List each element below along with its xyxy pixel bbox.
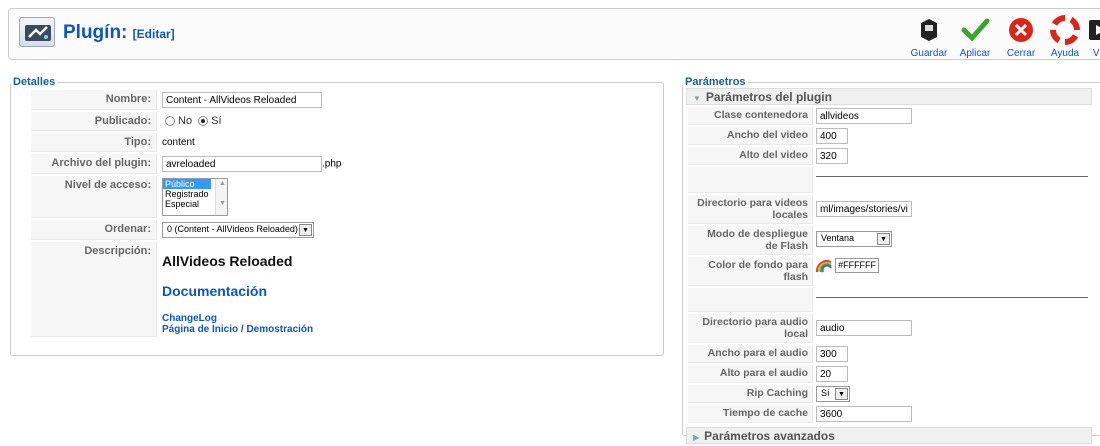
color-picker-icon[interactable] <box>816 259 832 273</box>
changelog-link[interactable]: ChangeLog <box>162 313 634 324</box>
chevron-down-icon: ▼ <box>299 224 312 236</box>
toolbar: Plugín: [Editar] Guardar Aplicar Cerrar … <box>8 8 1100 60</box>
type-label: Tipo: <box>31 133 157 152</box>
audio-width-label: Ancho para el audio <box>688 345 813 363</box>
close-icon <box>1009 18 1033 42</box>
audio-height-label: Alto para el audio <box>688 365 813 383</box>
audio-width-input[interactable] <box>816 346 848 362</box>
plugin-params-header[interactable]: ▼ Parámetros del plugin <box>686 88 1092 105</box>
name-label: Nombre: <box>31 90 157 110</box>
triangle-down-icon: ▼ <box>693 94 701 103</box>
rip-caching-select[interactable]: Sí ▼ <box>816 386 850 402</box>
parameters-legend: Parámetros <box>685 76 746 88</box>
apply-button[interactable]: Aplicar <box>955 15 995 59</box>
video-height-input[interactable] <box>816 148 848 164</box>
published-label: Publicado: <box>31 112 157 131</box>
description-label: Descripción: <box>31 242 157 337</box>
homepage-link[interactable]: Página de Inicio / Demostración <box>162 324 634 335</box>
published-yes-radio[interactable] <box>198 116 209 127</box>
video-icon <box>1089 20 1100 40</box>
published-no-radio[interactable] <box>165 116 175 127</box>
checkmark-icon <box>961 18 990 42</box>
published-yes-label: Sí <box>211 115 222 127</box>
plugin-file-ext: .php <box>322 158 342 170</box>
lifebuoy-icon <box>1050 15 1080 45</box>
local-video-dir-label: Directorio para videos locales <box>688 195 813 224</box>
local-video-dir-input[interactable] <box>816 201 912 217</box>
parameters-panel: Parámetros ▼ Parámetros del plugin Clase … <box>682 76 1100 444</box>
help-button[interactable]: Ayuda <box>1045 15 1085 59</box>
video-button[interactable]: Vid <box>1085 15 1100 59</box>
plugin-icon <box>19 17 55 47</box>
close-button[interactable]: Cerrar <box>1001 15 1041 59</box>
flash-mode-select[interactable]: Ventana ▼ <box>816 231 892 247</box>
type-value: content <box>162 137 195 148</box>
save-button[interactable]: Guardar <box>909 15 949 59</box>
details-panel: Detalles Nombre: Publicado: No Sí Tipo: … <box>10 76 664 356</box>
cache-time-label: Tiempo de cache <box>688 405 813 423</box>
separator-line <box>816 176 1088 177</box>
separator-label <box>688 167 813 193</box>
container-class-input[interactable] <box>816 108 912 124</box>
plugin-file-input[interactable] <box>162 156 322 172</box>
description-title: AllVideos Reloaded <box>162 253 293 269</box>
access-level-list[interactable]: Público Registrado Especial ▲ ▼ <box>162 178 228 216</box>
flash-mode-label: Modo de despliegue de Flash <box>688 226 813 255</box>
save-icon <box>921 19 937 41</box>
separator-label-2 <box>688 288 813 312</box>
edit-label: [Editar] <box>132 27 175 41</box>
local-audio-dir-label: Directorio para audio local <box>688 314 813 343</box>
page-title: Plugín: [Editar] <box>63 22 175 43</box>
published-no-label: No <box>178 115 193 127</box>
order-select[interactable]: 0 (Content - AllVideos Reloaded) ▼ <box>162 222 314 238</box>
cache-time-input[interactable] <box>816 406 912 422</box>
local-audio-dir-input[interactable] <box>816 320 912 336</box>
access-level-label: Nivel de acceso: <box>31 176 157 218</box>
audio-height-input[interactable] <box>816 366 848 382</box>
plugin-file-label: Archivo del plugin: <box>31 154 157 174</box>
video-width-input[interactable] <box>816 128 848 144</box>
flash-bgcolor-value[interactable]: #FFFFFF <box>835 258 880 273</box>
access-option-public[interactable]: Público <box>163 179 211 189</box>
video-height-label: Alto del video <box>688 147 813 165</box>
description-block: AllVideos Reloaded Documentación ChangeL… <box>159 242 637 337</box>
list-scrollbar[interactable]: ▲ ▼ <box>215 179 227 215</box>
documentation-link[interactable]: Documentación <box>162 283 634 299</box>
details-legend: Detalles <box>13 76 56 88</box>
rip-caching-label: Rip Caching <box>688 385 813 403</box>
name-input[interactable] <box>162 92 322 108</box>
flash-bgcolor-label: Color de fondo para flash <box>688 257 813 286</box>
video-width-label: Ancho del video <box>688 127 813 145</box>
chevron-down-icon: ▼ <box>877 233 890 245</box>
chevron-down-icon: ▼ <box>835 388 848 400</box>
separator-line-2 <box>816 297 1088 298</box>
order-label: Ordenar: <box>31 220 157 240</box>
triangle-right-icon: ▶ <box>693 433 700 442</box>
container-class-label: Clase contenedora <box>688 107 813 125</box>
